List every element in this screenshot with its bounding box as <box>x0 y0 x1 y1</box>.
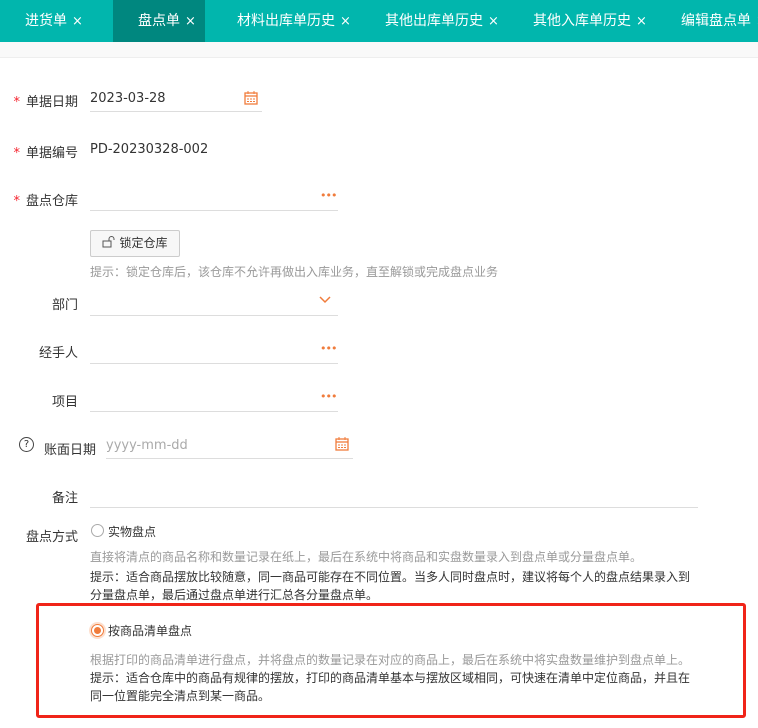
handler-label: 经手人 <box>38 346 78 361</box>
option-desc: 根据打印的商品清单进行盘点，并将盘点的数量记录在对应的商品上，最后在系统中将实盘… <box>90 653 691 667</box>
remark-input[interactable] <box>90 486 698 508</box>
more-icon[interactable]: ••• <box>320 342 337 355</box>
tab-label: 编辑盘点单 <box>681 13 751 29</box>
radio-list-count[interactable] <box>91 624 104 637</box>
close-icon[interactable]: × <box>636 14 647 29</box>
remark-label: 备注 <box>51 491 78 506</box>
close-icon[interactable]: × <box>185 14 196 29</box>
project-input[interactable]: ••• <box>90 390 338 412</box>
close-icon[interactable]: × <box>488 14 499 29</box>
tab-other-in-history[interactable]: 其他入库单历史 × <box>533 0 647 42</box>
close-icon[interactable]: × <box>340 14 351 29</box>
lock-warehouse-button[interactable]: 锁定仓库 <box>90 230 180 257</box>
radio-physical-count[interactable] <box>91 524 104 537</box>
book-date-placeholder: yyyy-mm-dd <box>106 438 188 453</box>
help-icon[interactable]: ? <box>19 437 34 452</box>
tab-other-out-history[interactable]: 其他出库单历史 × <box>385 0 499 42</box>
doc-date-label: * 单据日期 <box>13 95 78 110</box>
option-tip: 分量盘点单，最后通过盘点单进行汇总各分量盘点单。 <box>90 588 379 602</box>
tab-label: 其他入库单历史 <box>533 13 631 29</box>
toolbar-strip <box>0 42 758 58</box>
tab-label: 盘点单 <box>138 13 180 29</box>
calendar-icon[interactable] <box>335 437 349 451</box>
tab-edit-stocktake[interactable]: 编辑盘点单× <box>681 0 758 42</box>
tab-label: 其他出库单历史 <box>385 13 483 29</box>
tab-bar: 进货单 × 盘点单 × 材料出库单历史 × 其他出库单历史 × 其他入库单历史 × 编辑盘… <box>0 0 758 42</box>
doc-date-input[interactable]: 2023-03-28 <box>90 90 262 112</box>
calendar-icon[interactable] <box>244 91 258 105</box>
tab-label: 材料出库单历史 <box>237 13 335 29</box>
option-tip: 同一位置能完全清点到某一商品。 <box>90 689 271 703</box>
warehouse-label: * 盘点仓库 <box>13 194 78 209</box>
book-date-label: 账面日期 <box>44 443 97 458</box>
handler-input[interactable]: ••• <box>90 342 338 364</box>
more-icon[interactable]: ••• <box>320 189 337 202</box>
department-select[interactable] <box>90 294 338 316</box>
department-label: 部门 <box>51 298 78 313</box>
tab-stocktake[interactable]: 盘点单 × <box>113 0 205 42</box>
unlock-icon <box>102 236 115 248</box>
method-label: 盘点方式 <box>25 530 78 545</box>
tab-purchase[interactable]: 进货单 × <box>0 0 100 42</box>
doc-no-value: PD-20230328-002 <box>90 142 209 157</box>
tab-label: 进货单 <box>25 13 67 29</box>
option-tip: 提示：适合商品摆放比较随意，同一商品可能存在不同位置。当多人同时盘点时，建议将每… <box>90 570 691 584</box>
tab-material-out-history[interactable]: 材料出库单历史 × <box>237 0 351 42</box>
project-label: 项目 <box>51 395 78 410</box>
doc-date-value: 2023-03-28 <box>90 91 166 106</box>
lock-hint: 提示：锁定仓库后，该仓库不允许再做出入库业务，直至解锁或完成盘点业务 <box>90 265 499 279</box>
option-tip: 提示：适合仓库中的商品有规律的摆放，打印的商品清单基本与摆放区域相同，可快速在清… <box>90 671 691 685</box>
option-label[interactable]: 按商品清单盘点 <box>108 622 192 639</box>
lock-button-label: 锁定仓库 <box>119 236 168 250</box>
warehouse-input[interactable]: ••• <box>90 189 338 211</box>
more-icon[interactable]: ••• <box>320 390 337 403</box>
book-date-input[interactable]: yyyy-mm-dd <box>106 437 353 459</box>
doc-no-label: * 单据编号 <box>13 146 78 161</box>
close-icon[interactable]: × <box>72 14 83 29</box>
option-label[interactable]: 实物盘点 <box>108 523 156 540</box>
chevron-down-icon <box>319 296 331 304</box>
option-desc: 直接将清点的商品名称和数量记录在纸上，最后在系统中将商品和实盘数量录入到盘点单或… <box>90 550 643 564</box>
